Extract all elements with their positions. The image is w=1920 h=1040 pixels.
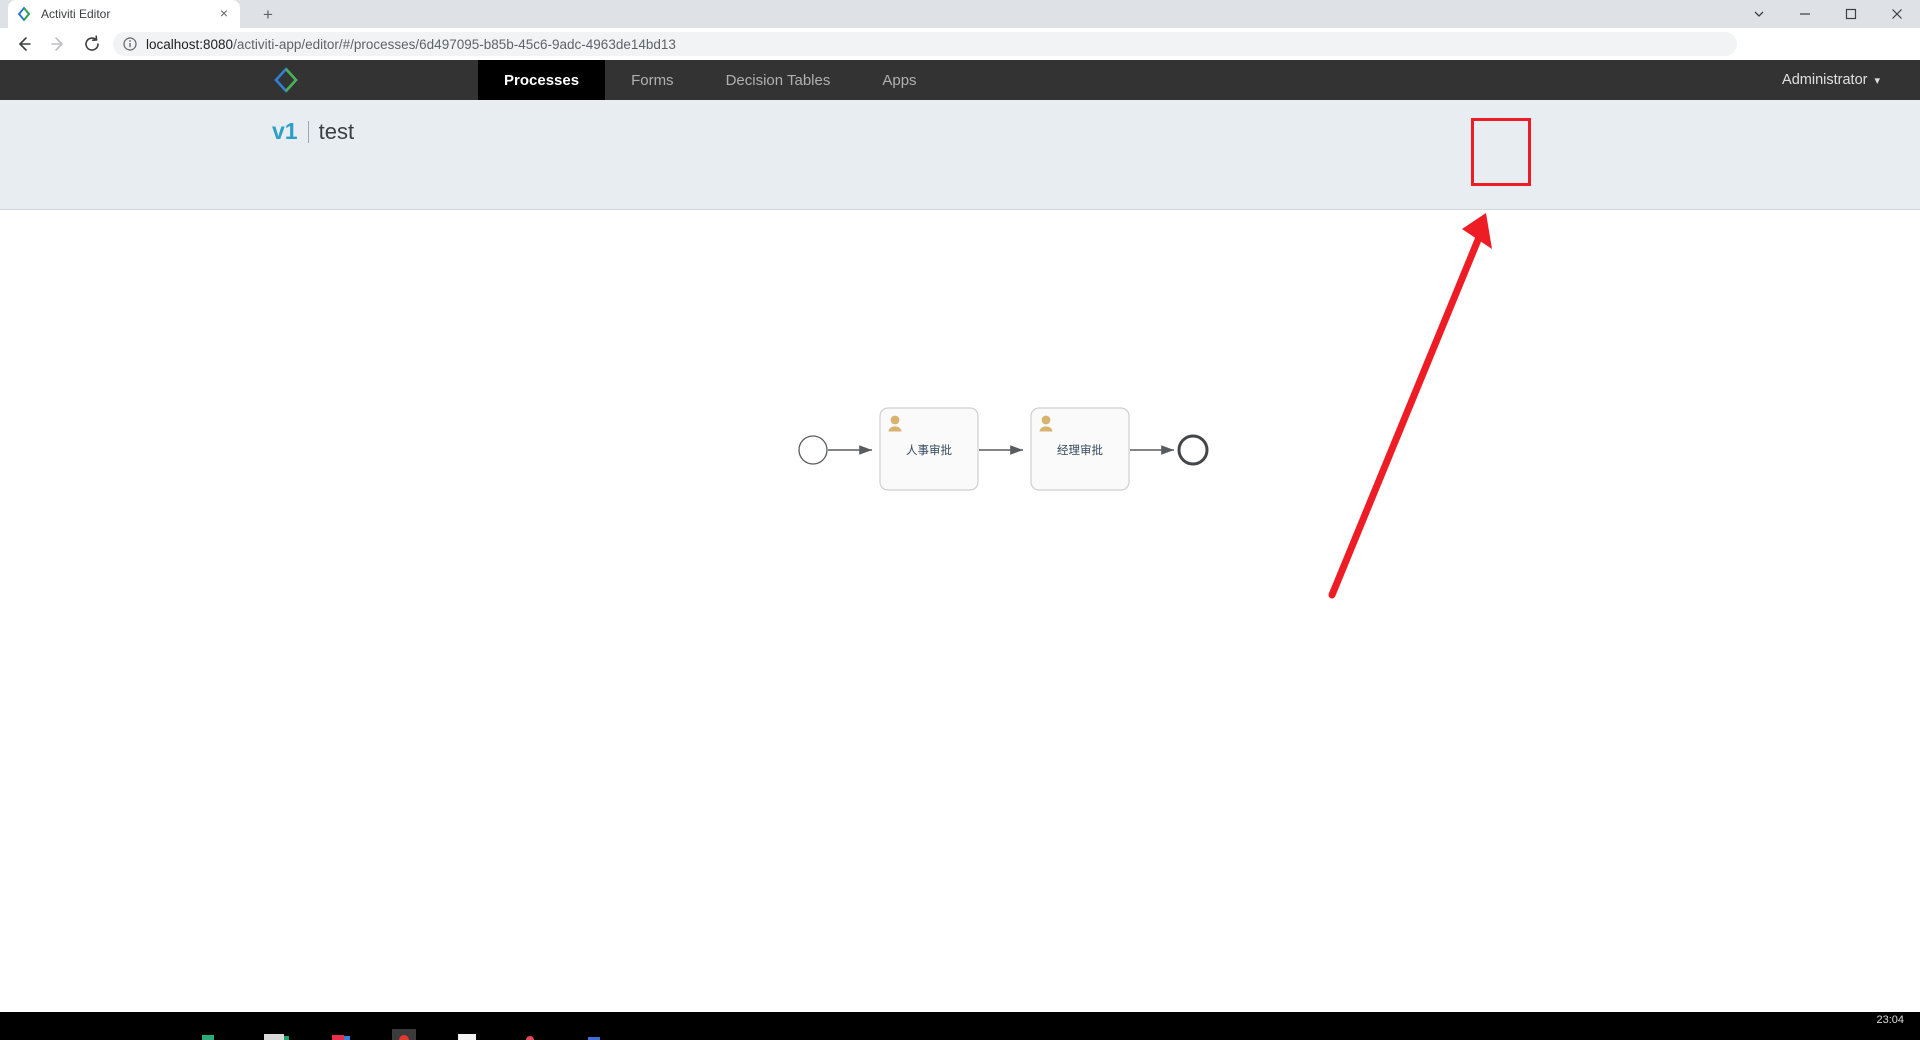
user-task-2[interactable]: 经理审批: [1030, 407, 1130, 491]
tab-processes-label: Processes: [504, 71, 580, 89]
version-badge: v1: [272, 118, 298, 144]
taskbar-app-3[interactable]: [328, 1028, 354, 1040]
address-bar-url: localhost:8080/activiti-app/editor/#/pro…: [146, 37, 676, 52]
user-task-1-label: 人事审批: [906, 443, 952, 457]
tab-processes[interactable]: Processes: [478, 60, 606, 100]
activiti-logo-icon[interactable]: [272, 66, 300, 94]
bpmn-diagram: 人事审批 经理审批: [795, 400, 1215, 515]
end-event[interactable]: [1177, 434, 1209, 466]
tab-apps-label: Apps: [882, 71, 917, 89]
user-menu[interactable]: Administrator ▾: [1782, 60, 1880, 100]
chevron-down-icon: ▾: [1874, 74, 1880, 87]
url-path: /activiti-app/editor/#/processes/6d49709…: [233, 36, 676, 52]
title-divider: [307, 120, 309, 143]
back-arrow-icon[interactable]: [10, 30, 38, 58]
screen: Activiti Editor × + localhost:8080/activ…: [0, 0, 1920, 1040]
browser-toolbar: localhost:8080/activiti-app/editor/#/pro…: [0, 28, 1920, 79]
tab-decision-tables[interactable]: Decision Tables: [700, 60, 857, 100]
taskbar-app-7[interactable]: [584, 1028, 610, 1040]
reload-icon[interactable]: [78, 30, 106, 58]
browser-tab[interactable]: Activiti Editor ×: [8, 0, 240, 28]
tab-search-chevron-icon[interactable]: [1736, 0, 1782, 28]
window-controls: [1736, 0, 1920, 28]
url-host: localhost:8080: [146, 36, 234, 52]
tab-close-icon[interactable]: ×: [216, 6, 232, 22]
browser-tab-strip: Activiti Editor × +: [0, 0, 1920, 28]
tab-forms[interactable]: Forms: [605, 60, 700, 100]
site-info-icon[interactable]: [123, 37, 137, 51]
diagram-canvas[interactable]: 人事审批 经理审批: [0, 210, 1920, 1010]
tab-forms-label: Forms: [631, 71, 674, 89]
page-title: v1 test: [272, 118, 354, 145]
app-nav-tabs: Processes Forms Decision Tables Apps: [478, 60, 943, 100]
browser-tab-title: Activiti Editor: [41, 7, 111, 21]
taskbar-items: [200, 1012, 610, 1040]
taskbar-app-6[interactable]: [520, 1028, 546, 1040]
taskbar-app-5[interactable]: [456, 1028, 482, 1040]
app-navbar: Processes Forms Decision Tables Apps Adm…: [0, 60, 1920, 100]
new-tab-button[interactable]: +: [256, 4, 280, 26]
start-event[interactable]: [798, 435, 828, 465]
activiti-favicon-icon: [16, 6, 32, 22]
forward-arrow-icon[interactable]: [44, 30, 72, 58]
window-close-icon[interactable]: [1874, 0, 1920, 28]
tab-decision-tables-label: Decision Tables: [725, 71, 831, 89]
user-name: Administrator: [1782, 72, 1868, 88]
process-header: v1 test Created by Last updated by - Tod…: [0, 100, 1920, 303]
os-taskbar: 23:04: [0, 1012, 1920, 1040]
window-maximize-icon[interactable]: [1828, 0, 1874, 28]
taskbar-clock: 23:04: [1876, 1014, 1904, 1026]
taskbar-app-4[interactable]: [392, 1028, 418, 1040]
address-bar[interactable]: localhost:8080/activiti-app/editor/#/pro…: [113, 32, 1737, 56]
user-task-2-label: 经理审批: [1057, 443, 1103, 457]
taskbar-app-1[interactable]: [200, 1028, 226, 1040]
taskbar-app-2[interactable]: [264, 1028, 290, 1040]
process-name: test: [318, 119, 355, 144]
tab-apps[interactable]: Apps: [856, 60, 942, 100]
window-minimize-icon[interactable]: [1782, 0, 1828, 28]
user-task-1[interactable]: 人事审批: [879, 407, 979, 491]
